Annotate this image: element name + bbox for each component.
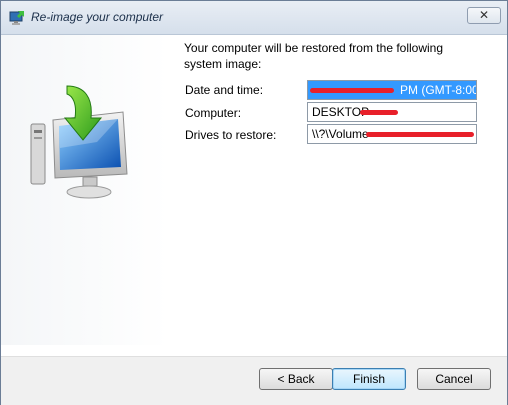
close-icon: ✕ — [478, 8, 490, 22]
reimage-dialog: Re-image your computer ✕ Your computer w… — [0, 0, 508, 405]
button-bar: < Back Finish Cancel — [1, 356, 507, 405]
drives-label: Drives to restore: — [185, 128, 277, 142]
restore-description: Your computer will be restored from the … — [184, 41, 444, 71]
window-title: Re-image your computer — [31, 10, 164, 24]
illustration-panel — [1, 35, 168, 345]
date-time-label: Date and time: — [185, 83, 264, 97]
redaction-mark — [310, 88, 394, 93]
close-button[interactable]: ✕ — [467, 7, 501, 24]
date-time-value: PM (GMT-8:00) — [400, 83, 477, 97]
computer-label: Computer: — [185, 106, 242, 120]
cancel-button[interactable]: Cancel — [417, 368, 491, 390]
drives-value: \\?\Volume — [312, 127, 369, 141]
reimage-icon — [9, 11, 24, 25]
drives-field[interactable]: \\?\Volume — [307, 124, 477, 144]
redaction-mark — [360, 110, 398, 115]
finish-button[interactable]: Finish — [332, 368, 406, 390]
redaction-mark — [366, 132, 474, 137]
back-button[interactable]: < Back — [259, 368, 333, 390]
monitor-restore-icon — [30, 85, 128, 199]
computer-field[interactable]: DESKTOP — [307, 102, 477, 122]
date-time-field[interactable]: PM (GMT-8:00) — [307, 80, 477, 100]
title-bar: Re-image your computer ✕ — [1, 1, 507, 35]
